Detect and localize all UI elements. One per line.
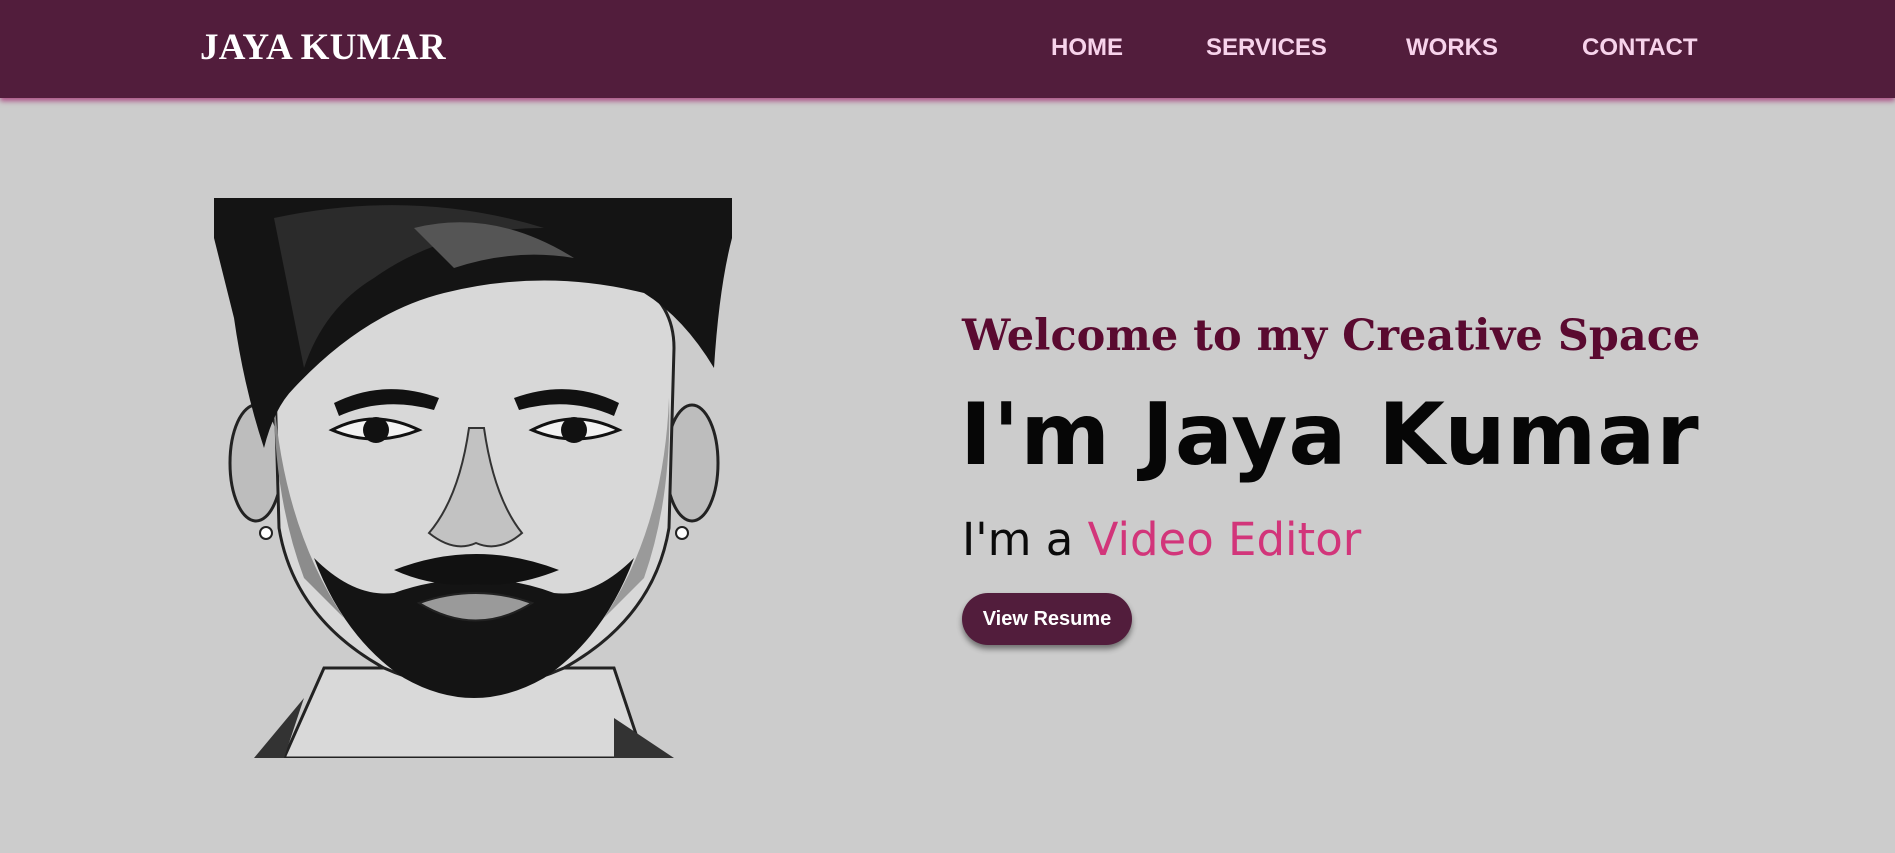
nav-home[interactable]: HOME [1051,33,1123,63]
nav-works[interactable]: WORKS [1406,33,1498,63]
nav-services[interactable]: SERVICES [1206,33,1327,63]
name-heading: I'm Jaya Kumar [960,385,1700,485]
welcome-heading: Welcome to my Creative Space [962,311,1701,361]
role-prefix: I'm a [962,513,1088,566]
navbar: JAYA KUMAR HOME SERVICES WORKS CONTACT [0,0,1895,98]
brand-logo[interactable]: JAYA KUMAR [200,26,446,70]
nav-contact[interactable]: CONTACT [1582,33,1698,63]
role-line: I'm a Video Editor [962,510,1361,570]
profile-portrait [214,198,732,758]
role-title: Video Editor [1087,513,1362,566]
view-resume-button[interactable]: View Resume [962,593,1132,645]
